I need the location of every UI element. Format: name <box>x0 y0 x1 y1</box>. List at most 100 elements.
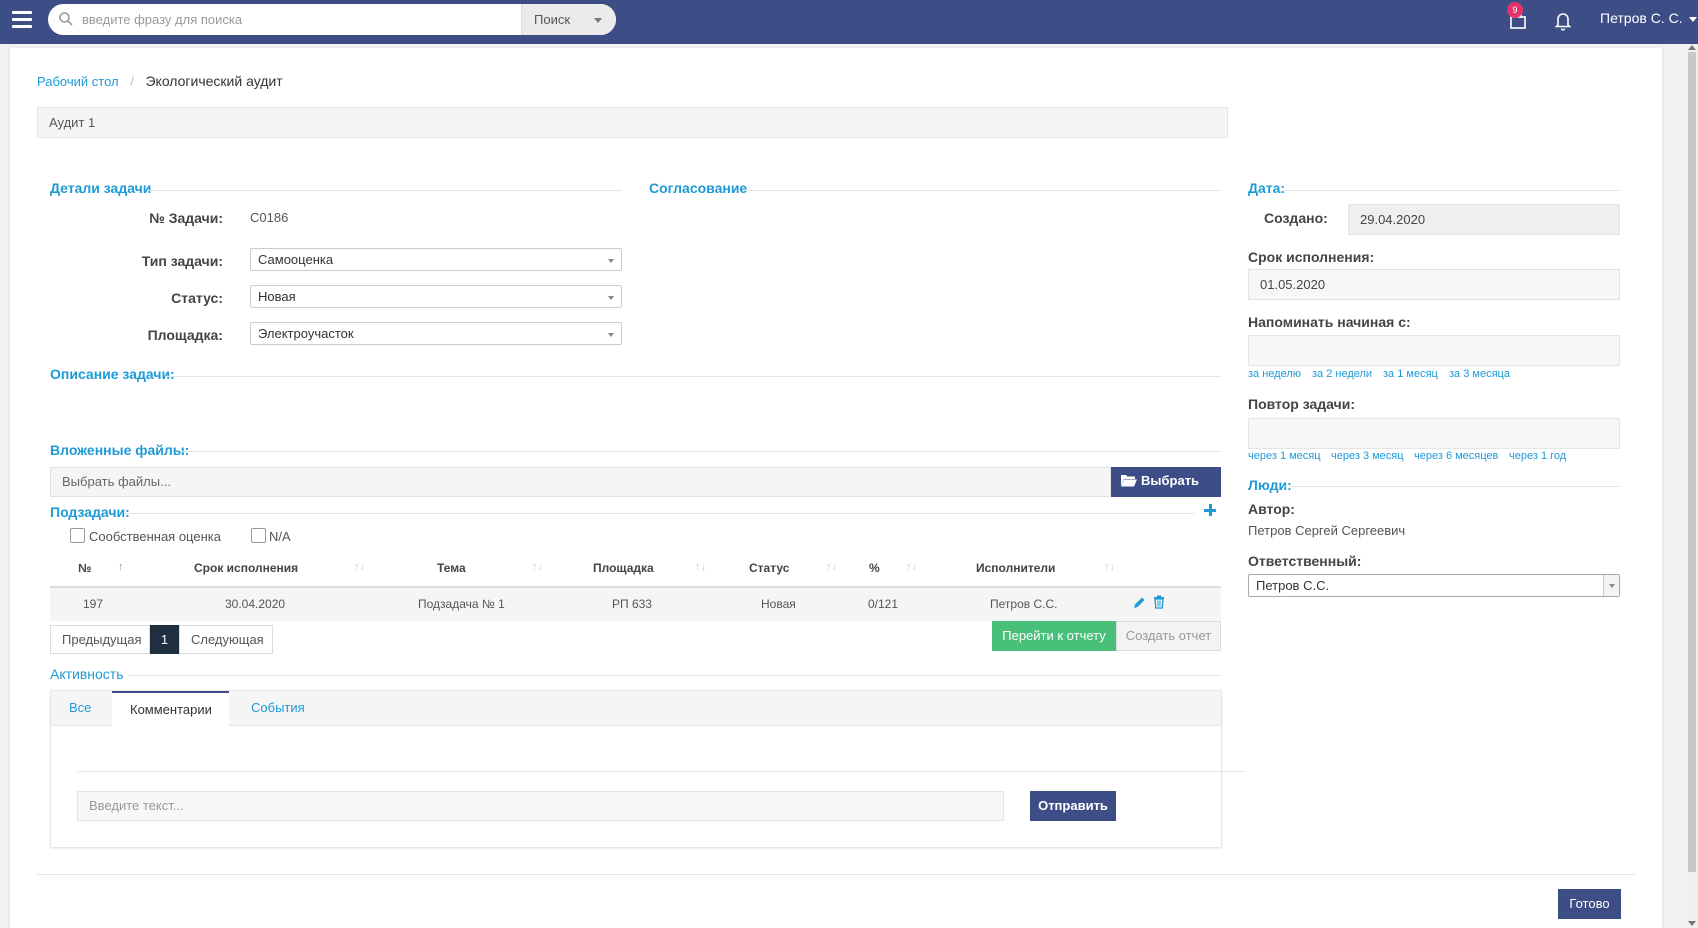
task-type-label: Тип задачи: <box>141 253 223 269</box>
chevron-down-icon <box>608 259 614 263</box>
status-value: Новая <box>258 289 296 304</box>
send-button[interactable]: Отправить <box>1030 791 1116 821</box>
scrollbar-thumb[interactable] <box>1688 52 1696 872</box>
search-box: Поиск <box>48 4 616 35</box>
choose-files-button[interactable]: Выбрать ... <box>1111 467 1221 503</box>
go-to-report-button[interactable]: Перейти к отчету <box>992 621 1116 651</box>
repeat-field[interactable] <box>1248 418 1620 449</box>
description-title: Описание задачи: <box>50 366 175 382</box>
search-button[interactable]: Поиск <box>521 4 616 35</box>
remind-label: Напоминать начиная с: <box>1248 314 1411 330</box>
breadcrumb: Рабочий стол / Экологический аудит <box>37 73 283 89</box>
footer-divider <box>37 874 1635 875</box>
divider <box>148 190 622 191</box>
breadcrumb-separator: / <box>130 74 134 89</box>
menu-icon[interactable] <box>12 11 32 33</box>
activity-tabs: Все Комментарии События <box>51 691 1221 727</box>
scroll-down-arrow-icon[interactable] <box>1688 921 1696 926</box>
scroll-up-arrow-icon[interactable] <box>1688 45 1696 50</box>
sort-icon[interactable]: ↑↓ <box>695 561 706 573</box>
col-header-site[interactable]: Площадка <box>593 561 654 575</box>
deadline-date-field[interactable]: 01.05.2020 <box>1248 269 1620 300</box>
pager-next-button[interactable]: Следующая <box>179 625 273 654</box>
chevron-down-icon <box>608 333 614 337</box>
status-select[interactable]: Новая <box>250 285 622 308</box>
remind-option-week[interactable]: за неделю <box>1248 368 1301 380</box>
sort-icon[interactable]: ↑↓ <box>906 561 917 573</box>
divider <box>180 451 1221 452</box>
user-menu[interactable]: Петров С. С. <box>1600 10 1697 26</box>
created-label: Создано: <box>1264 210 1328 226</box>
col-header-assignees[interactable]: Исполнители <box>976 561 1055 575</box>
chevron-down-icon <box>608 296 614 300</box>
sort-icon[interactable]: ↑↓ <box>1104 561 1115 573</box>
cell-assignees: Петров С.С. <box>990 597 1058 611</box>
repeat-option-6-months[interactable]: через 6 месяцев <box>1414 450 1498 462</box>
divider <box>165 376 1221 377</box>
add-subtask-icon[interactable] <box>1203 503 1217 517</box>
col-header-status[interactable]: Статус <box>749 561 789 575</box>
self-assessment-checkbox[interactable] <box>70 528 85 543</box>
edit-icon[interactable] <box>1132 596 1146 610</box>
audit-title: Аудит 1 <box>37 107 1228 138</box>
col-header-subject[interactable]: Тема <box>437 561 466 575</box>
file-input[interactable]: Выбрать файлы... <box>50 467 1111 497</box>
cell-deadline: 30.04.2020 <box>225 597 286 611</box>
subtasks-title: Подзадачи: <box>50 504 130 520</box>
remind-field[interactable] <box>1248 335 1620 366</box>
user-name: Петров С. С. <box>1600 10 1683 26</box>
chevron-down-icon <box>1688 16 1697 22</box>
repeat-option-1-year[interactable]: через 1 год <box>1509 450 1566 462</box>
trash-icon[interactable] <box>1152 595 1166 609</box>
sort-icon[interactable]: ↑↓ <box>826 561 837 573</box>
cell-site: РП 633 <box>612 597 652 611</box>
page-scrollbar[interactable] <box>1686 44 1698 928</box>
create-report-button: Создать отчет <box>1116 621 1221 651</box>
author-label: Автор: <box>1248 501 1295 517</box>
sort-icon[interactable]: ↑↓ <box>532 561 543 573</box>
tab-events[interactable]: События <box>233 691 323 726</box>
people-title: Люди: <box>1248 477 1292 493</box>
col-header-percent[interactable]: % <box>869 561 880 575</box>
repeat-option-3-months[interactable]: через 3 месяц <box>1331 450 1404 462</box>
approval-title: Согласование <box>649 180 748 196</box>
top-navbar: Поиск 9 Петров С. С. <box>0 0 1698 44</box>
tab-all[interactable]: Все <box>51 691 109 726</box>
sort-icon[interactable]: ↑↓ <box>354 561 365 573</box>
search-icon <box>59 12 73 26</box>
responsible-label: Ответственный: <box>1248 553 1362 569</box>
divider <box>1284 486 1620 487</box>
attachments-title: Вложенные файлы: <box>50 442 190 458</box>
sort-asc-icon[interactable]: ↑ <box>118 561 124 573</box>
col-header-no[interactable]: № <box>78 561 91 575</box>
search-input[interactable] <box>82 4 568 35</box>
site-label: Площадка: <box>147 327 223 343</box>
cell-no: 197 <box>83 597 104 611</box>
activity-panel: Все Комментарии События Введите текст...… <box>50 690 1244 848</box>
responsible-select[interactable]: Петров С.С. <box>1248 574 1620 597</box>
pager-prev-button[interactable]: Предыдущая <box>50 625 150 654</box>
remind-option-1-month[interactable]: за 1 месяц <box>1383 368 1438 380</box>
breadcrumb-current: Экологический аудит <box>145 73 283 89</box>
na-checkbox[interactable] <box>251 528 266 543</box>
self-assessment-label: Сообственная оценка <box>89 529 221 544</box>
pager-page-1[interactable]: 1 <box>150 625 179 654</box>
site-select[interactable]: Электроучасток <box>250 322 622 345</box>
comment-input[interactable]: Введите текст... <box>77 791 1004 821</box>
site-value: Электроучасток <box>258 326 354 341</box>
bell-icon[interactable] <box>1553 10 1573 32</box>
breadcrumb-home-link[interactable]: Рабочий стол <box>37 74 119 89</box>
task-type-select[interactable]: Самооценка <box>250 248 622 271</box>
tab-comments[interactable]: Комментарии <box>112 691 229 727</box>
remind-option-2-weeks[interactable]: за 2 недели <box>1312 368 1372 380</box>
col-header-deadline[interactable]: Срок исполнения <box>194 561 298 575</box>
notification-badge: 9 <box>1507 2 1523 18</box>
search-button-label: Поиск <box>534 12 571 27</box>
repeat-option-1-month[interactable]: через 1 месяц <box>1248 450 1321 462</box>
done-button[interactable]: Готово <box>1558 889 1621 919</box>
divider <box>77 771 1244 772</box>
remind-option-3-months[interactable]: за 3 месяца <box>1449 368 1510 380</box>
divider <box>125 513 1195 514</box>
divider <box>742 190 1221 191</box>
task-details-title: Детали задачи <box>50 180 152 196</box>
